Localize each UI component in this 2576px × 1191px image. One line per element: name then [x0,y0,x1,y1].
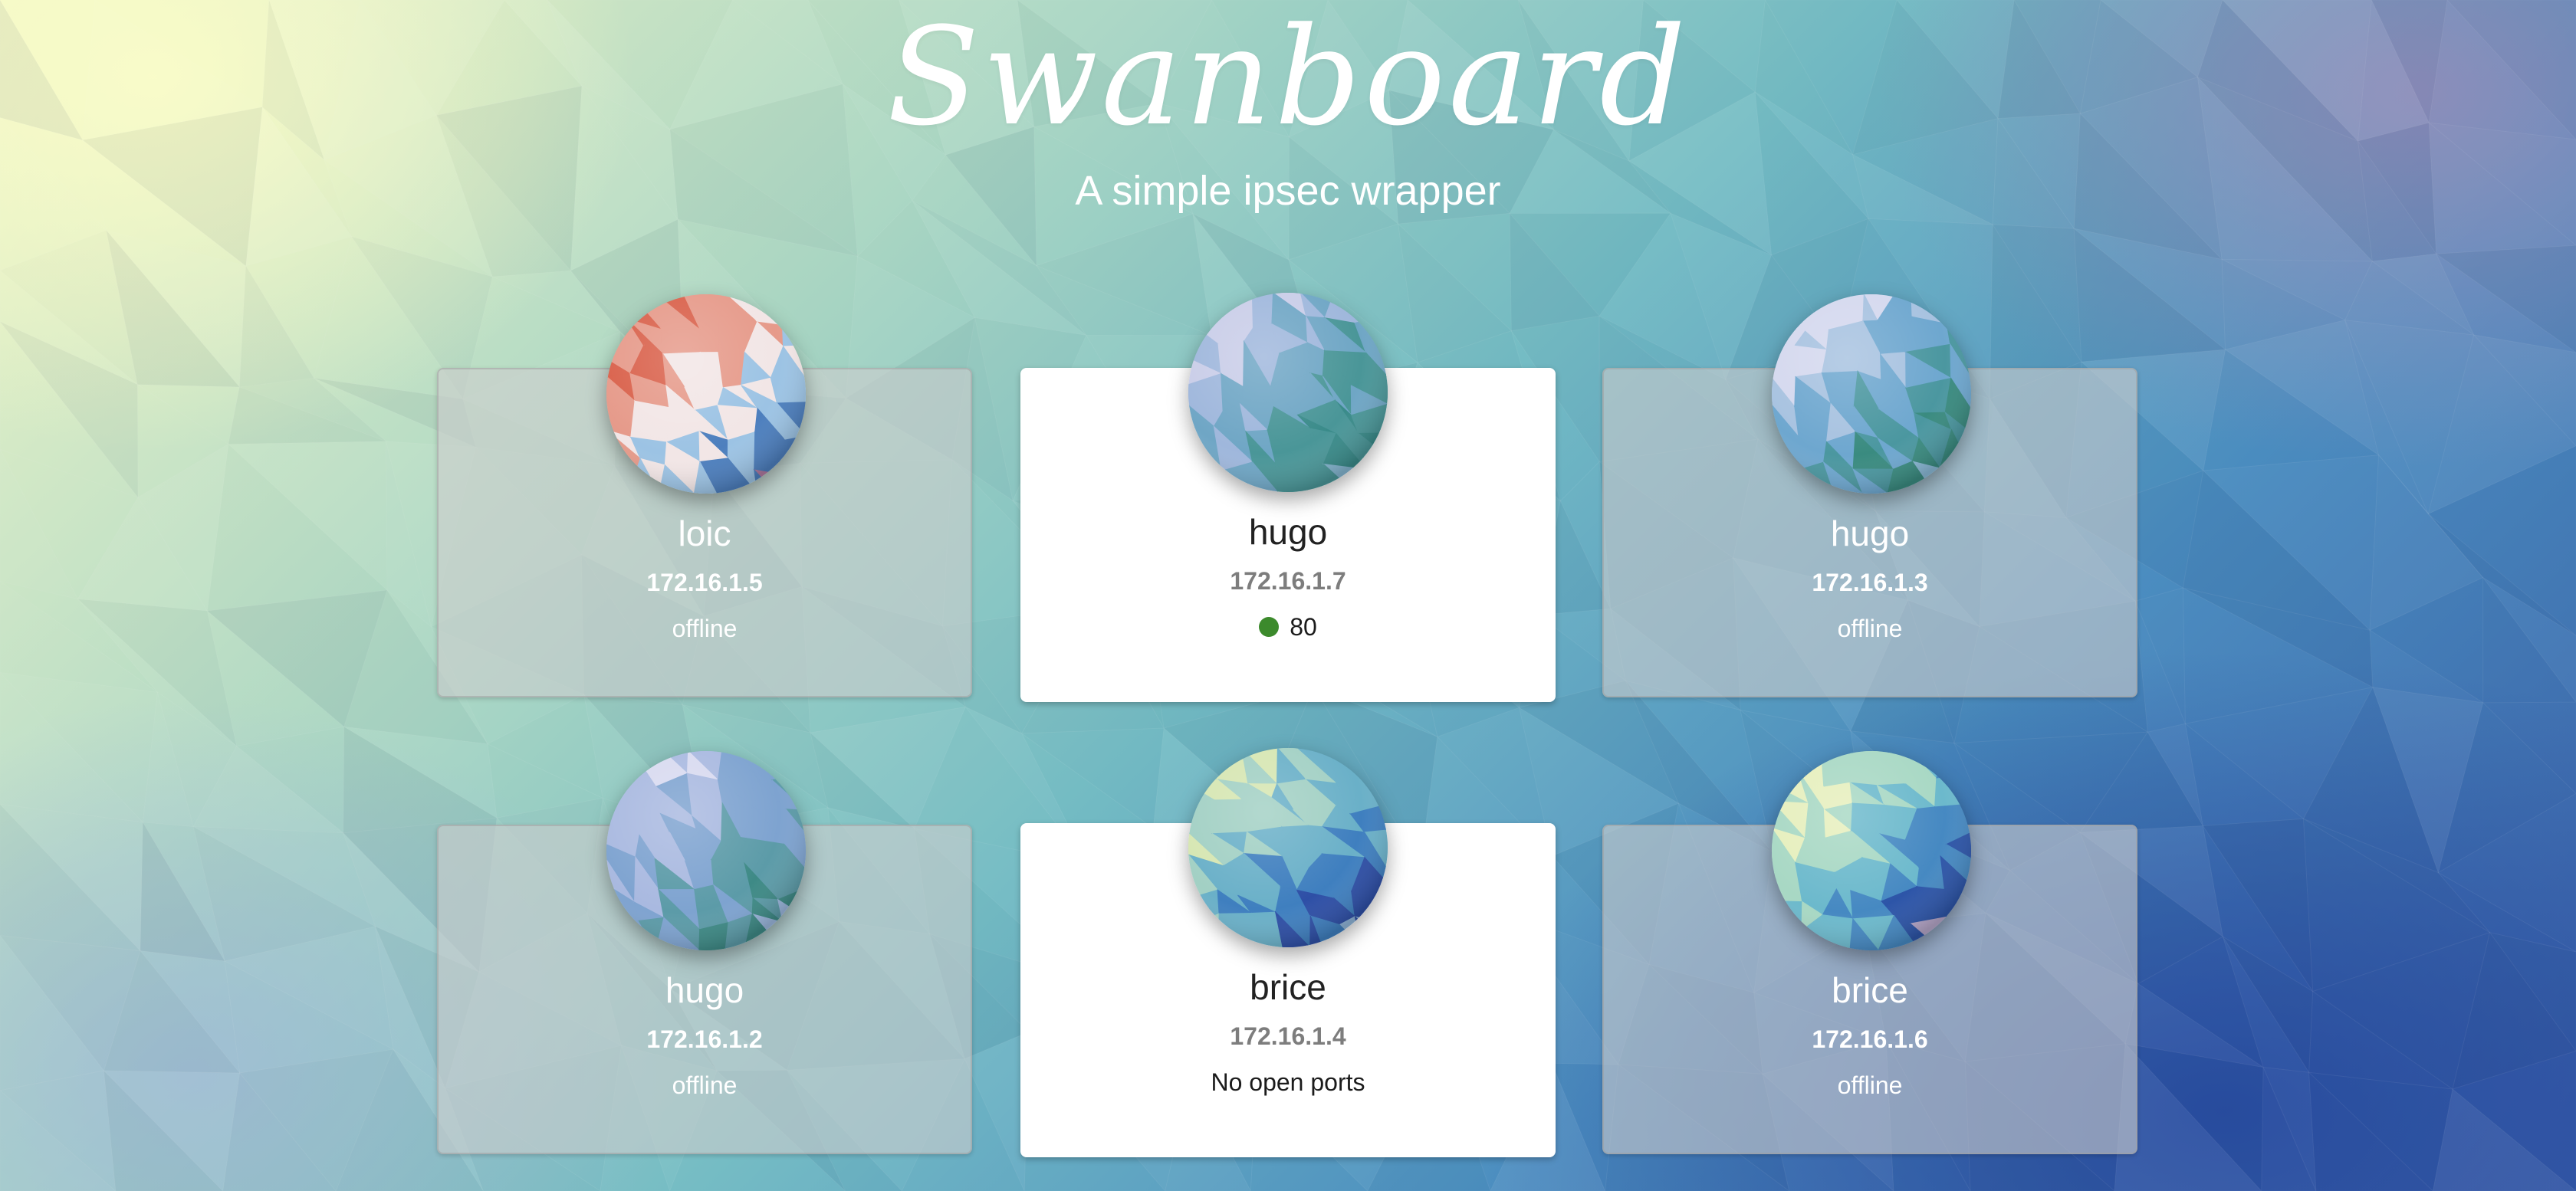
peer-name: hugo [1248,512,1328,552]
peer-ip: 172.16.1.6 [1812,1025,1928,1053]
peer-avatar [1188,293,1388,492]
peer-ip: 172.16.1.3 [1812,569,1928,596]
peer-status: offline [1837,1071,1903,1099]
low-poly-avatar-icon [1772,294,1971,494]
peer-card[interactable]: hugo 172.16.1.2 offline [437,751,972,1154]
peer-card[interactable]: loic 172.16.1.5 offline [437,294,972,697]
peer-avatar [1772,751,1971,950]
peer-status: No open ports [1211,1068,1365,1096]
peer-card[interactable]: brice 172.16.1.4 No open ports [1020,748,1556,1157]
low-poly-avatar-icon [1188,748,1388,947]
peer-avatar [606,751,806,950]
peer-ip: 172.16.1.7 [1230,567,1346,595]
peer-card[interactable]: hugo 172.16.1.7 80 [1020,293,1556,702]
peer-avatar [1188,748,1388,947]
port-open-dot-icon [1259,617,1280,637]
peer-port-list: 80 [1020,612,1556,644]
peer-status: offline [672,615,738,642]
low-poly-avatar-icon [606,751,806,950]
peer-avatar [1772,294,1971,494]
app-title: Swanboard [887,0,1689,156]
peer-ip: 172.16.1.5 [646,569,763,596]
peer-ip: 172.16.1.2 [646,1025,763,1053]
peer-avatar [606,294,806,494]
peer-name: hugo [665,970,744,1010]
peer-name: brice [1832,970,1908,1010]
peer-status: offline [672,1071,738,1099]
app-subtitle: A simple ipsec wrapper [1075,168,1501,214]
peer-name: loic [678,513,731,553]
peer-card[interactable]: brice 172.16.1.6 offline [1602,751,2137,1154]
low-poly-avatar-icon [1772,751,1971,950]
peer-name: brice [1250,967,1326,1007]
peer-card[interactable]: hugo 172.16.1.3 offline [1602,294,2137,697]
low-poly-avatar-icon [606,294,806,494]
peer-ip: 172.16.1.4 [1230,1022,1346,1050]
port-number: 80 [1290,613,1317,641]
peer-name: hugo [1830,513,1910,553]
low-poly-avatar-icon [1188,293,1388,492]
open-port[interactable]: 80 [1259,612,1317,642]
peer-status: offline [1837,615,1903,642]
peer-grid: loic 172.16.1.5 offline hugo 172.16.1.7 … [437,291,2139,1157]
